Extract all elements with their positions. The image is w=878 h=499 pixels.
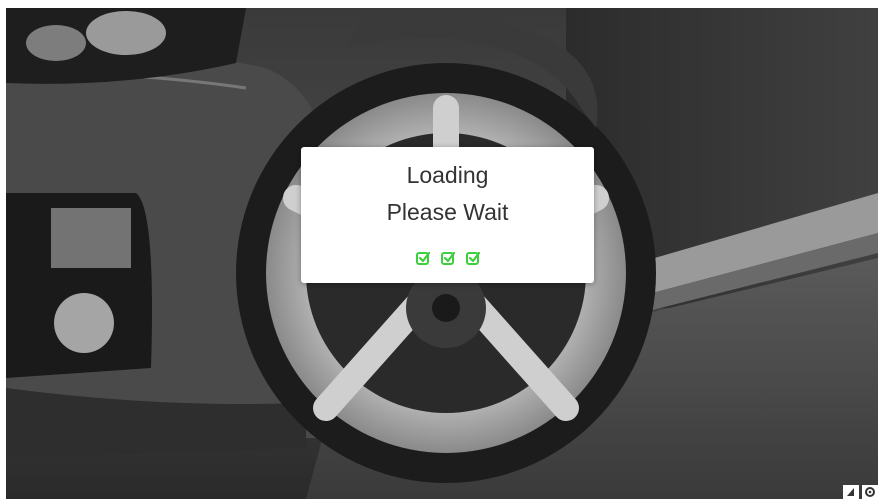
triangle-icon[interactable] [843, 485, 859, 499]
loading-title: Loading [406, 162, 489, 188]
gear-icon[interactable] [862, 485, 878, 499]
check-square-icon [440, 250, 456, 266]
corner-controls [842, 485, 878, 499]
check-square-icon [465, 250, 481, 266]
viewport: Loading Please Wait [0, 0, 878, 499]
loading-subtitle: Please Wait [386, 199, 509, 225]
loading-dialog: Loading Please Wait [301, 147, 594, 283]
check-square-icon [415, 250, 431, 266]
top-border [0, 0, 878, 8]
loading-indicators [301, 250, 594, 266]
